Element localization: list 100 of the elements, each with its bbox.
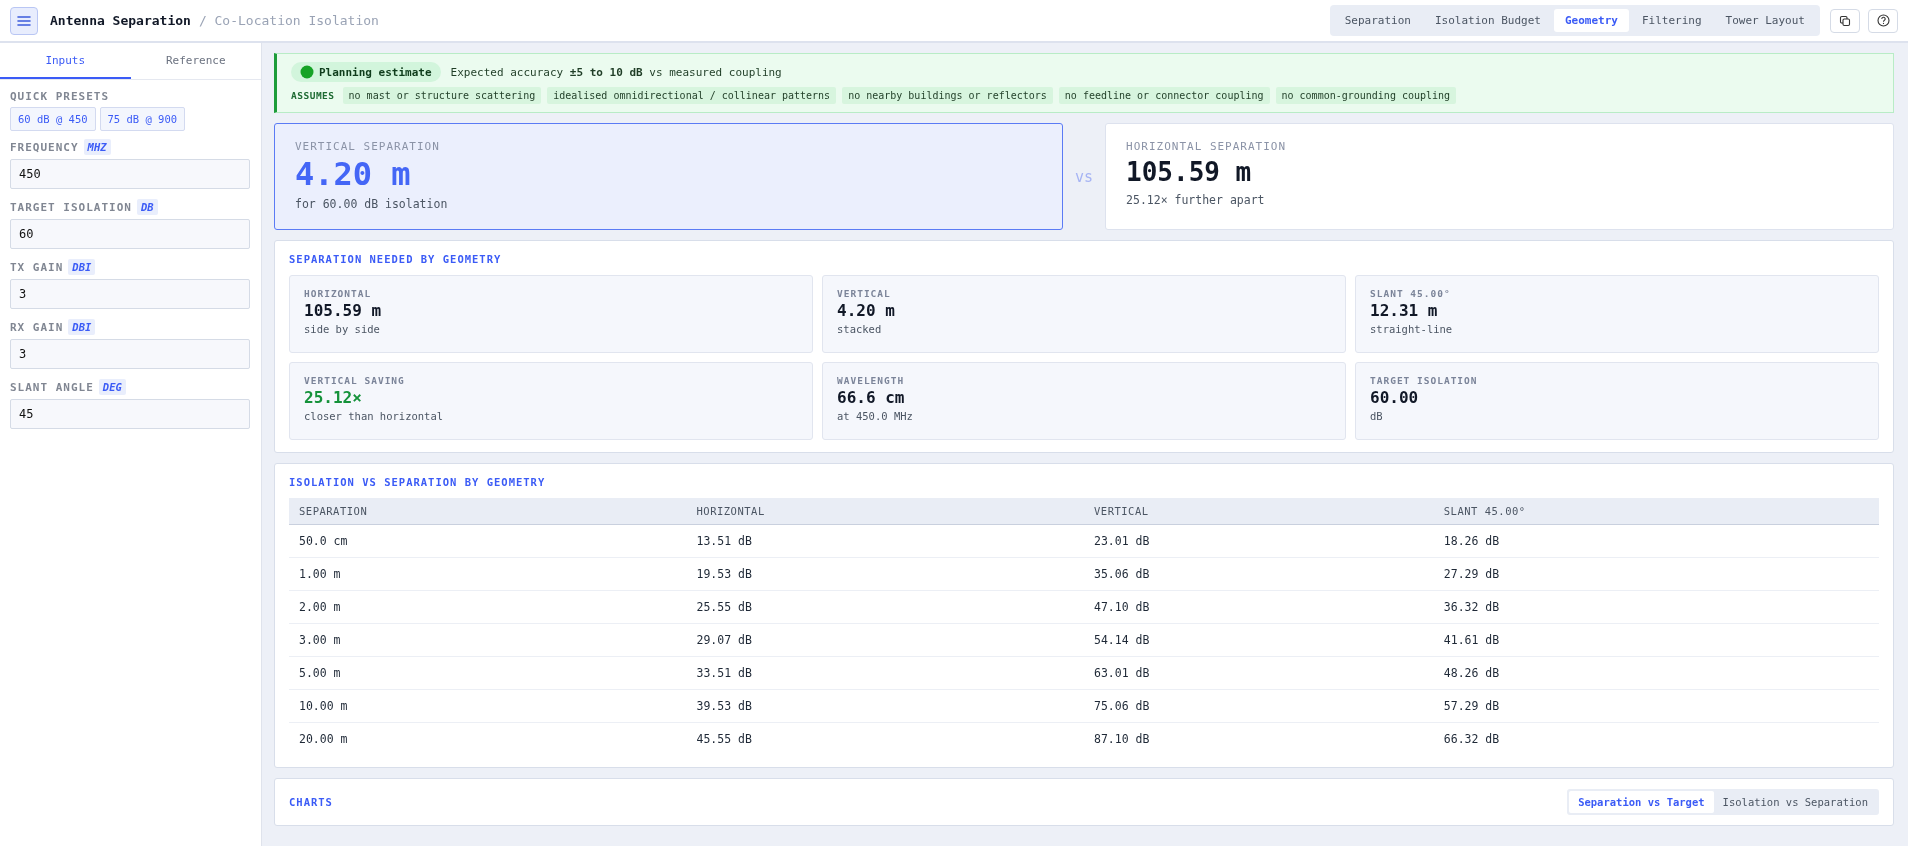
table-cell: 29.07 dB xyxy=(686,623,1084,657)
sidebar-tab[interactable]: Inputs xyxy=(0,43,131,79)
table-cell: 48.26 dB xyxy=(1433,656,1879,690)
table-cell: 33.51 dB xyxy=(686,656,1084,690)
unit-tag: DBI xyxy=(68,319,96,335)
chart-toggle[interactable]: Isolation vs Separation xyxy=(1713,791,1877,813)
help-icon xyxy=(1876,14,1890,27)
input-field[interactable]: 3 xyxy=(10,339,250,369)
panel-title: CHARTS xyxy=(289,796,333,808)
table-cell: 10.00 m xyxy=(289,689,687,723)
assumption-tag: no nearby buildings or reflectors xyxy=(842,87,1053,104)
panel-title: ISOLATION VS SEPARATION BY GEOMETRY xyxy=(289,476,547,488)
table-cell: 45.55 dB xyxy=(686,722,1084,755)
table-cell: 50.0 cm xyxy=(289,524,687,558)
metric-value: 66.6 cm xyxy=(837,388,906,407)
table-cell: 20.00 m xyxy=(289,722,687,755)
input-field[interactable]: 450 xyxy=(10,159,250,189)
field-label: SLANT ANGLE xyxy=(10,380,94,394)
metric-note: stacked xyxy=(837,323,883,335)
table-cell: 27.29 dB xyxy=(1433,557,1879,591)
view-tab[interactable]: Isolation Budget xyxy=(1423,9,1552,32)
metric-note: closer than horizontal xyxy=(304,410,445,422)
card-label: HORIZONTAL SEPARATION xyxy=(1126,140,1288,153)
table-cell: 36.32 dB xyxy=(1433,590,1879,624)
metric-note: at 450.0 MHz xyxy=(837,410,914,422)
field-label: RX GAIN xyxy=(10,320,64,334)
preset-button[interactable]: 75 dB @ 900 xyxy=(99,107,186,131)
sidebar-tab[interactable]: Reference xyxy=(130,43,261,79)
column-header: HORIZONTAL xyxy=(686,498,1084,525)
app-title: Antenna Separation xyxy=(50,13,191,28)
table-cell: 35.06 dB xyxy=(1084,557,1434,591)
help-button[interactable] xyxy=(1868,8,1898,33)
input-field[interactable]: 45 xyxy=(10,399,250,429)
unit-tag: MHZ xyxy=(83,139,111,155)
view-tab[interactable]: Filtering xyxy=(1630,9,1713,32)
unit-tag: DB xyxy=(136,199,158,215)
table-cell: 13.51 dB xyxy=(686,524,1084,558)
metric-value: 25.12× xyxy=(304,388,363,407)
table-cell: 75.06 dB xyxy=(1084,689,1434,723)
metric-label: TARGET ISOLATION xyxy=(1370,375,1479,386)
metric-label: WAVELENGTH xyxy=(837,375,906,386)
metric-label: SLANT 45.00° xyxy=(1370,288,1452,299)
metric-note: side by side xyxy=(304,323,381,335)
table-cell: 5.00 m xyxy=(289,656,687,690)
input-field[interactable]: 3 xyxy=(10,279,250,309)
table-cell: 47.10 dB xyxy=(1084,590,1434,624)
assumption-tag: no feedline or connector coupling xyxy=(1058,87,1270,104)
preset-button[interactable]: 60 dB @ 450 xyxy=(10,107,96,131)
metric-value: 105.59 m xyxy=(304,301,383,320)
copy-button[interactable] xyxy=(1830,8,1860,33)
unit-tag: DEG xyxy=(98,379,126,395)
presets-label: QUICK PRESETS xyxy=(10,90,110,103)
panel-title: SEPARATION NEEDED BY GEOMETRY xyxy=(289,253,503,265)
chart-toggle[interactable]: Separation vs Target xyxy=(1569,791,1714,813)
input-field[interactable]: 60 xyxy=(10,219,250,249)
assumption-tag: no mast or structure scattering xyxy=(342,87,542,104)
copy-icon xyxy=(1839,14,1851,27)
table-cell: 2.00 m xyxy=(289,590,687,624)
metric-label: HORIZONTAL xyxy=(304,288,373,299)
card-value: 4.20 m xyxy=(295,155,412,193)
table-cell: 39.53 dB xyxy=(686,689,1084,723)
metric-value: 60.00 xyxy=(1370,388,1420,407)
table-cell: 54.14 dB xyxy=(1084,623,1434,657)
metric-value: 12.31 m xyxy=(1370,301,1439,320)
table-cell: 18.26 dB xyxy=(1433,524,1879,558)
field-label: TX GAIN xyxy=(10,260,64,274)
assumption-tag: idealised omnidirectional / collinear patterns xyxy=(547,87,837,104)
assumption-tag: no common-grounding coupling xyxy=(1275,87,1457,104)
view-tab[interactable]: Separation xyxy=(1333,9,1422,32)
view-tab[interactable]: Tower Layout xyxy=(1714,9,1816,32)
table-cell: 3.00 m xyxy=(289,623,687,657)
table-cell: 41.61 dB xyxy=(1433,623,1879,657)
accuracy-text: Expected accuracy ±5 to 10 dB vs measured coupling xyxy=(450,65,782,79)
table-cell: 63.01 dB xyxy=(1084,656,1434,690)
menu-button[interactable] xyxy=(10,6,38,35)
card-note: for 60.00 dB isolation xyxy=(295,197,449,211)
card-note: 25.12× further apart xyxy=(1126,193,1266,207)
status-dot-icon xyxy=(300,65,314,79)
column-header: VERTICAL xyxy=(1084,498,1434,525)
table-cell: 19.53 dB xyxy=(686,557,1084,591)
metric-note: dB xyxy=(1370,410,1384,422)
metric-label: VERTICAL SAVING xyxy=(304,375,406,386)
card-label: VERTICAL SEPARATION xyxy=(295,140,441,153)
menu-icon xyxy=(16,13,32,28)
card-value: 105.59 m xyxy=(1126,157,1253,187)
field-label: TARGET ISOLATION xyxy=(10,200,132,214)
table-cell: 1.00 m xyxy=(289,557,687,591)
vs-label: vs xyxy=(1074,167,1094,186)
table-cell: 66.32 dB xyxy=(1433,722,1879,755)
table-cell: 87.10 dB xyxy=(1084,722,1434,755)
metric-note: straight-line xyxy=(1370,323,1454,335)
estimate-badge: Planning estimate xyxy=(291,62,441,82)
metric-label: VERTICAL xyxy=(837,288,892,299)
page-subtitle: / Co-Location Isolation xyxy=(198,13,379,28)
view-tab[interactable]: Geometry xyxy=(1553,9,1629,32)
table-cell: 57.29 dB xyxy=(1433,689,1879,723)
table-cell: 23.01 dB xyxy=(1084,524,1434,558)
assumes-label: ASSUMES xyxy=(291,90,335,101)
table-cell: 25.55 dB xyxy=(686,590,1084,624)
field-label: FREQUENCY xyxy=(10,140,79,154)
